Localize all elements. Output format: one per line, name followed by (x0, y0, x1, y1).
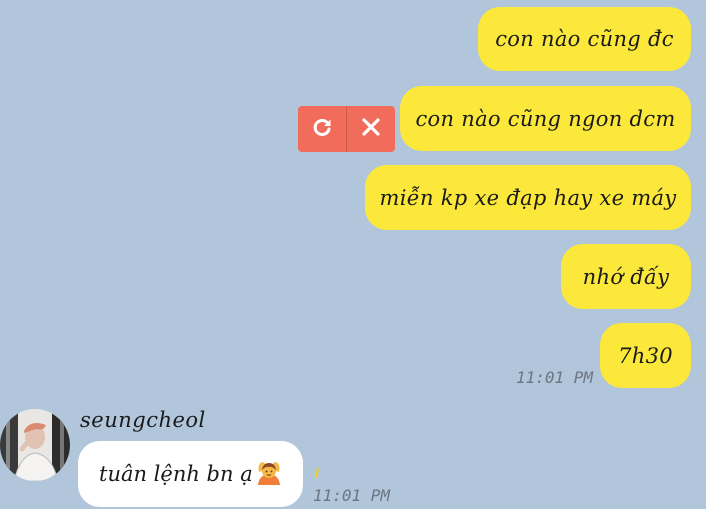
person-gesturing-ok-emoji (255, 458, 283, 491)
outgoing-message-bubble[interactable]: con nào cũng đc (478, 7, 691, 71)
message-text: tuân lệnh bn ạ (99, 462, 253, 486)
failed-message-actions (298, 106, 395, 152)
close-icon (360, 116, 382, 142)
outgoing-message-bubble[interactable]: miễn kp xe đạp hay xe máy (365, 165, 691, 230)
retry-button[interactable] (298, 106, 346, 152)
message-text: 7h30 (618, 343, 673, 368)
message-text: miễn kp xe đạp hay xe máy (379, 185, 677, 210)
outgoing-message-bubble[interactable]: 7h30 (600, 323, 691, 388)
read-indicator (314, 468, 320, 478)
sender-name: seungcheol (80, 408, 206, 432)
message-timestamp: 11:01 PM (516, 368, 594, 387)
message-text: con nào cũng ngon dcm (415, 106, 676, 131)
message-timestamp: 11:01 PM (313, 486, 391, 505)
outgoing-message-bubble[interactable]: con nào cũng ngon dcm (400, 86, 691, 151)
outgoing-message-bubble[interactable]: nhớ đấy (561, 244, 691, 309)
message-text: con nào cũng đc (495, 27, 674, 51)
avatar[interactable] (0, 409, 70, 481)
message-text: nhớ đấy (582, 264, 670, 289)
incoming-message-bubble[interactable]: tuân lệnh bn ạ (78, 441, 303, 507)
delete-button[interactable] (347, 106, 395, 152)
retry-icon (310, 115, 334, 143)
